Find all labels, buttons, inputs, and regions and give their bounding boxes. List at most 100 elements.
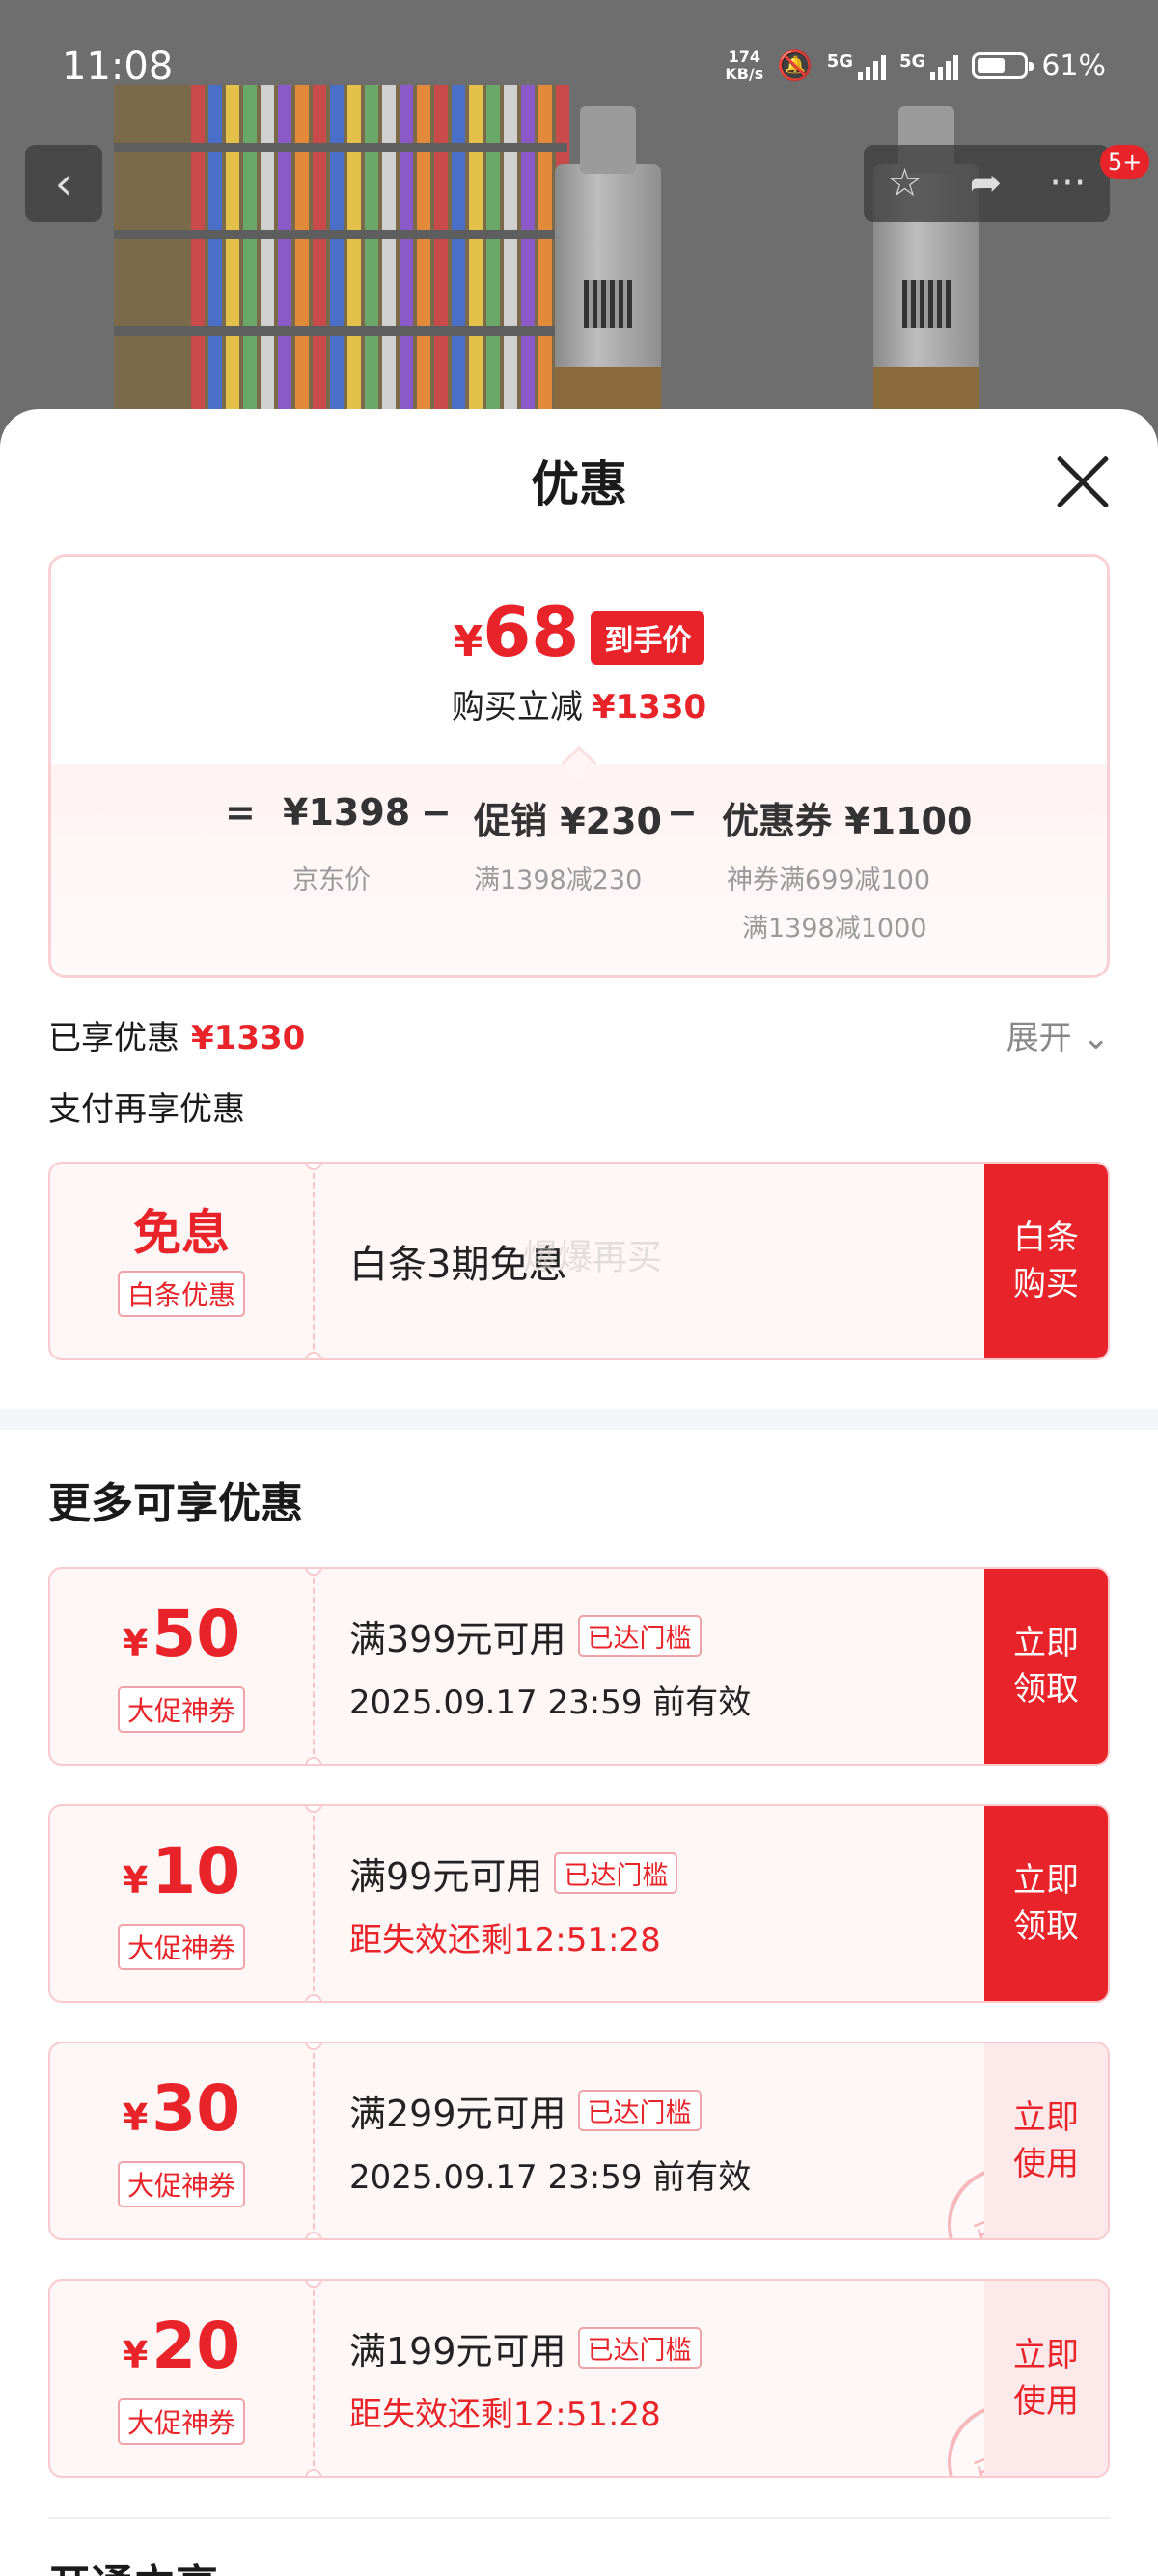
box-stripe (243, 85, 257, 453)
coupon-card: ¥50 大促神券 满399元可用 已达门槛 2025.09.17 23:59 前有… (48, 1567, 1110, 1766)
coupon-condition: 满199元可用 (349, 2330, 566, 2372)
minus-sign: − (421, 791, 452, 834)
signal-icon: 5G (827, 51, 886, 80)
box-stripe (208, 85, 222, 453)
box-stripe (434, 85, 448, 453)
pay-again-title: 支付再享优惠 (48, 1090, 245, 1129)
coupon-amount: ¥50 (122, 1596, 241, 1671)
notification-badge: 5+ (1100, 145, 1150, 179)
box-stripe (347, 85, 361, 453)
discount-sheet: 优惠 ¥68 到手价 购买立减 ¥1330 = ¥1398 京东价 − 促销 ¥2… (0, 409, 1158, 2576)
claim-coupon-button[interactable]: 立即领取 (984, 1806, 1108, 2001)
box-stripe (400, 85, 413, 453)
box-stripe (504, 85, 517, 453)
back-button[interactable]: ‹ (25, 145, 102, 222)
promo-detail: 满1398减230 (474, 865, 643, 895)
status-time: 11:08 (62, 44, 174, 89)
box-stripe (261, 85, 274, 453)
chevron-down-icon: ⌄ (1082, 1019, 1111, 1057)
more-icon[interactable]: ··· (1049, 161, 1086, 206)
battery-icon (972, 52, 1034, 79)
box-stripe (313, 85, 326, 453)
box-stripe (278, 85, 291, 453)
coupon-tag: 大促神券 (117, 2160, 245, 2207)
box-stripe (538, 85, 552, 453)
use-coupon-button[interactable]: 立即使用 (984, 2043, 1108, 2238)
watermark: 爆爆再买 (523, 1238, 663, 1277)
more-discounts-title: 更多可享优惠 (48, 1479, 303, 1528)
box-stripe (191, 85, 205, 453)
gift-box-image (114, 85, 569, 453)
threshold-reached-tag: 已达门槛 (577, 1615, 702, 1657)
divider (48, 2517, 1110, 2519)
price-summary-card: ¥68 到手价 购买立减 ¥1330 = ¥1398 京东价 − 促销 ¥230 … (48, 554, 1110, 978)
baitiao-tag: 白条优惠 (117, 1271, 245, 1317)
signal-icon: 5G (899, 51, 959, 80)
jd-price-label: 京东价 (292, 865, 371, 895)
close-icon[interactable] (1054, 453, 1112, 511)
coupon-countdown: 距失效还剩12:51:28 (349, 1921, 661, 1959)
coupon-detail: 神券满699减100 (727, 865, 931, 895)
mute-icon: 🔕 (777, 48, 813, 83)
status-bar: 11:08 174 KB/s 🔕 5G 5G 61% (0, 0, 1158, 135)
coupon-amount: ¥30 (122, 2070, 241, 2146)
threshold-reached-tag: 已达门槛 (577, 2327, 702, 2369)
minus-sign: − (667, 791, 698, 834)
box-stripe (226, 85, 239, 453)
box-band (114, 230, 567, 239)
promo-amount: 促销 ¥230 (474, 800, 662, 842)
box-stripe (295, 85, 309, 453)
coupon-tag: 大促神券 (117, 1923, 245, 1970)
claim-coupon-button[interactable]: 立即领取 (984, 1569, 1108, 1764)
coupon-validity: 2025.09.17 23:59 前有效 (349, 1684, 752, 1722)
bottle-image (555, 106, 661, 434)
coupon-amount: ¥20 (122, 2308, 241, 2383)
price-breakdown: = ¥1398 京东价 − 促销 ¥230 满1398减230 − 优惠券 ¥1… (51, 764, 1107, 975)
coupon-card: ¥10 大促神券 满99元可用 已达门槛 距失效还剩12:51:28 立即领取 (48, 1804, 1110, 2003)
expand-button[interactable]: 展开 ⌄ (1006, 1011, 1110, 1058)
equals-sign: = (225, 791, 256, 834)
coupon-tag: 大促神券 (117, 2398, 245, 2445)
box-stripe (382, 85, 396, 453)
baitiao-buy-button[interactable]: 白条购买 (984, 1164, 1108, 1358)
battery-level: 61% (1041, 48, 1106, 83)
box-stripe (365, 85, 378, 453)
box-band (114, 143, 567, 152)
box-stripe (330, 85, 344, 453)
coupon-condition: 满99元可用 (349, 1855, 543, 1898)
coupon-countdown: 距失效还剩12:51:28 (349, 2396, 661, 2434)
top-actions-bar: ☆ ➦ ··· (864, 145, 1110, 222)
coupon-condition: 满399元可用 (349, 1618, 566, 1660)
coupon-amount: ¥10 (122, 1833, 241, 1908)
baitiao-card: 免息 白条优惠 白条3期免息 爆爆再买 白条购买 (48, 1162, 1110, 1360)
coupon-tag: 大促神券 (117, 1685, 245, 1733)
box-stripe (486, 85, 500, 453)
sheet-title: 优惠 (531, 456, 627, 512)
interest-free-label: 免息 (133, 1205, 230, 1261)
threshold-reached-tag: 已达门槛 (554, 1852, 678, 1894)
threshold-reached-tag: 已达门槛 (577, 2090, 702, 2131)
use-coupon-button[interactable]: 立即使用 (984, 2281, 1108, 2476)
coupon-amount: 优惠券 ¥1100 (722, 800, 973, 842)
chevron-left-icon: ‹ (54, 157, 73, 209)
section-divider (0, 1409, 1158, 1430)
box-stripe (469, 85, 482, 453)
coupon-validity: 2025.09.17 23:59 前有效 (349, 2158, 752, 2197)
enjoyed-discount: 已享优惠 ¥1330 (48, 1019, 306, 1057)
open-membership-title: 开通立享 (48, 2551, 218, 2576)
coupon-condition: 满299元可用 (349, 2093, 566, 2135)
box-band (114, 326, 567, 336)
coupon-card: ¥20 大促神券 满199元可用已达门槛 距失效还剩12:51:28 已领 立即… (48, 2279, 1110, 2478)
final-price: ¥68 (453, 591, 580, 672)
final-price-tag: 到手价 (591, 610, 705, 665)
network-speed: 174 KB/s (725, 47, 764, 83)
coupon-card: ¥30 大促神券 满299元可用 已达门槛 2025.09.17 23:59 前有… (48, 2042, 1110, 2240)
box-stripe (521, 85, 535, 453)
coupon-detail: 满1398减1000 (742, 914, 927, 944)
jd-price: ¥1398 (283, 791, 411, 834)
box-stripe (452, 85, 465, 453)
total-reduction: 购买立减 ¥1330 (451, 688, 707, 726)
box-stripe (417, 85, 430, 453)
share-icon[interactable]: ➦ (970, 161, 1003, 206)
star-icon[interactable]: ☆ (888, 161, 923, 206)
